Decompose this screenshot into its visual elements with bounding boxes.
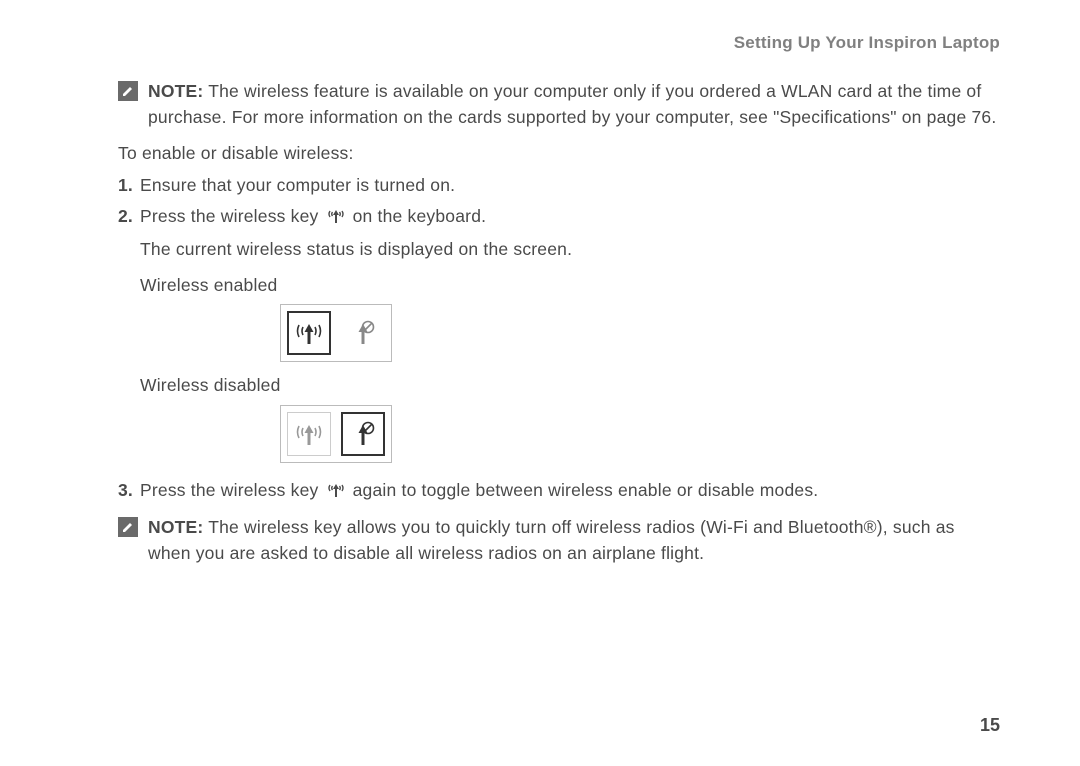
note-2: NOTE: The wireless key allows you to qui… (118, 514, 1000, 567)
step-1: 1. Ensure that your computer is turned o… (118, 172, 1000, 198)
note-1: NOTE: The wireless feature is available … (118, 78, 1000, 131)
wireless-enabled-label: Wireless enabled (140, 272, 1000, 298)
wireless-key-icon (326, 206, 346, 232)
step-2-text-b: on the keyboard. (353, 206, 487, 226)
wireless-on-icon (287, 311, 331, 355)
note-1-text: NOTE: The wireless feature is available … (148, 78, 1000, 131)
step-2-sub: The current wireless status is displayed… (140, 236, 1000, 262)
note-1-body: The wireless feature is available on you… (148, 81, 996, 127)
note-2-label: NOTE: (148, 517, 203, 537)
step-3-text-b: again to toggle between wireless enable … (353, 480, 819, 500)
note-2-text: NOTE: The wireless key allows you to qui… (148, 514, 1000, 567)
step-2-num: 2. (118, 203, 140, 473)
wireless-key-icon (326, 480, 346, 506)
wireless-on-icon-dim (287, 412, 331, 456)
wireless-disabled-indicator (280, 405, 392, 463)
page-number: 15 (980, 715, 1000, 736)
step-3-num: 3. (118, 477, 140, 506)
pencil-note-icon (118, 517, 138, 537)
wireless-disabled-label: Wireless disabled (140, 372, 1000, 398)
step-1-text: Ensure that your computer is turned on. (140, 172, 1000, 198)
wireless-off-icon (341, 412, 385, 456)
step-1-num: 1. (118, 172, 140, 198)
step-2-text-a: Press the wireless key (140, 206, 324, 226)
page-header: Setting Up Your Inspiron Laptop (118, 30, 1000, 56)
wireless-off-icon-dim (341, 311, 385, 355)
pencil-note-icon (118, 81, 138, 101)
step-3: 3. Press the wireless key again to toggl… (118, 477, 1000, 506)
step-3-text-a: Press the wireless key (140, 480, 324, 500)
instruction-line: To enable or disable wireless: (118, 140, 1000, 166)
note-2-body: The wireless key allows you to quickly t… (148, 517, 955, 563)
step-2: 2. Press the wireless key on the keyboar… (118, 203, 1000, 473)
note-1-label: NOTE: (148, 81, 203, 101)
wireless-enabled-indicator (280, 304, 392, 362)
